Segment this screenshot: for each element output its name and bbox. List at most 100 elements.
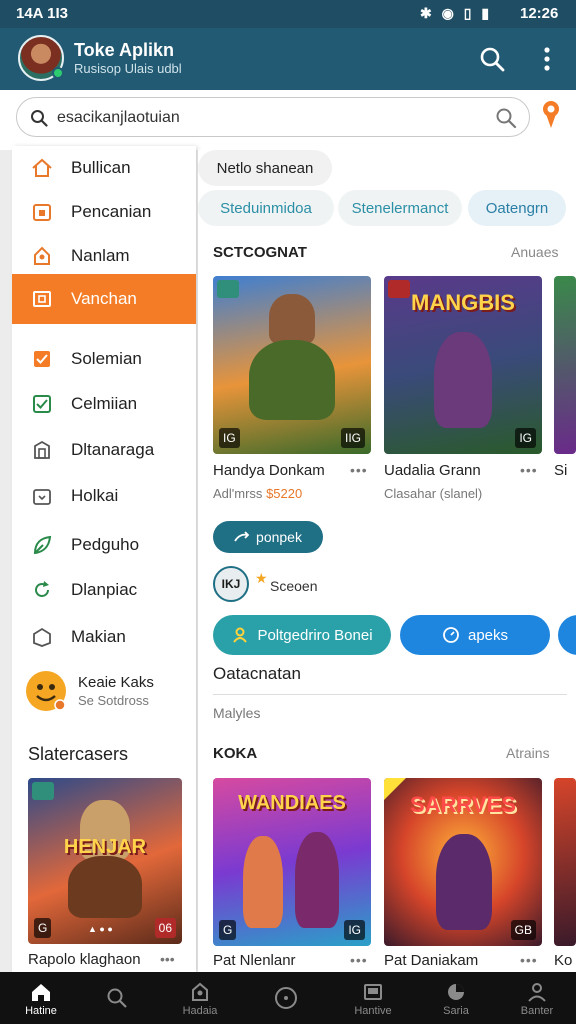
card-badge: ▲ ● ● [88, 924, 113, 934]
search-input[interactable]: esacikanjlaotuian [16, 97, 530, 137]
status-clock: 12:26 [520, 5, 559, 22]
game-card[interactable]: WANDIAES G IG [213, 778, 371, 946]
sidebar-item-6[interactable]: Dltanaraga [12, 428, 196, 472]
sidebar-item-label: Celmiian [71, 394, 138, 413]
secondary-action-button[interactable]: apeks [400, 615, 550, 655]
more-icon[interactable]: ••• [520, 462, 538, 478]
app-bar: Toke Aplikn Rusisop Ulais udbl [0, 28, 576, 90]
chip-3[interactable]: Oatengrn [468, 190, 566, 226]
card-tag-right: 06 [154, 918, 176, 938]
sidebar-item-9[interactable]: Dlanpiac [12, 568, 196, 612]
avatar[interactable] [18, 35, 64, 81]
sidebar-item-5[interactable]: Celmiian [12, 382, 196, 426]
sidebar-section-title: Slatercasers [28, 744, 129, 764]
profile-avatar[interactable] [26, 671, 66, 711]
section-see-all-link[interactable]: Anuaes [511, 244, 558, 260]
card-tag-left: G [34, 918, 52, 938]
nav-tab-stats[interactable]: Saria [415, 972, 497, 1024]
sidebar-item-10[interactable]: Makian [12, 615, 196, 659]
sidebar-item-2[interactable]: Nanlam [12, 234, 196, 278]
leaf-icon [31, 534, 53, 556]
partial-button[interactable] [558, 615, 576, 655]
search-submit-icon[interactable] [495, 107, 517, 129]
tag-icon [31, 245, 53, 267]
card-tag-right: GB [510, 920, 536, 940]
bag-icon [189, 979, 211, 1005]
search-icon [31, 110, 48, 127]
sidebar-item-label: Pencanian [71, 202, 152, 221]
sidebar-item-7[interactable]: Holkai [12, 474, 196, 518]
sidebar-item-4[interactable]: Solemian [12, 337, 196, 381]
image-icon [362, 979, 384, 1005]
sidebar-game-title: Rapolo klaghaon [28, 951, 141, 968]
game-title[interactable]: Uadalia Grann [384, 462, 481, 479]
sidebar-item-8[interactable]: Pedguho [12, 523, 196, 567]
card-corner-tag [32, 782, 54, 800]
home-icon [30, 979, 52, 1005]
game-title-partial[interactable]: Si [554, 462, 567, 479]
sidebar-item-0[interactable]: Bullican [12, 146, 196, 190]
chip-2[interactable]: Stenelermanct [338, 190, 462, 226]
section-title: SCTCOGNAT [213, 244, 307, 261]
card-tag-right: IG [515, 428, 536, 448]
award-icon[interactable] [540, 98, 562, 132]
sidebar-drawer: Bullican Pencanian Nanlam Vanchan Solemi… [12, 146, 196, 972]
game-title[interactable]: Pat Nlenlanr [213, 952, 296, 969]
nav-tab-store[interactable]: Hadaia [159, 972, 241, 1024]
game-subtitle: Clasahar (slanel) [384, 486, 483, 501]
image-icon [31, 288, 53, 310]
game-card[interactable]: MANGBIS IG [384, 276, 542, 454]
section-sublabel: Malyles [213, 705, 261, 721]
sidebar-item-1[interactable]: Pencanian [12, 190, 196, 234]
game-title[interactable]: Handya Donkam [213, 462, 325, 479]
more-icon[interactable]: ••• [350, 952, 368, 968]
user-icon [233, 627, 248, 643]
game-logo-text: SARRVES [410, 792, 516, 817]
nav-tab-explore[interactable] [245, 972, 327, 1024]
nav-tab-home[interactable]: Hatine [0, 972, 82, 1024]
game-title-partial[interactable]: Ko [554, 952, 572, 969]
primary-action-button[interactable]: Poltgedriro Bonei [213, 615, 391, 655]
sidebar-game-card[interactable]: HENJAR ▲ ● ● G 06 [28, 778, 182, 944]
chip-0[interactable]: Netlo shanean [198, 150, 332, 186]
game-title[interactable]: Pat Daniakam [384, 952, 478, 969]
compass-icon [274, 985, 298, 1011]
bag-icon [31, 485, 53, 507]
more-icon[interactable]: ••• [350, 462, 368, 478]
chip-1[interactable]: Steduinmidoa [198, 190, 334, 226]
sidebar-item-label: Nanlam [71, 246, 130, 265]
character-art [434, 332, 492, 428]
card-tag-right: IIG [340, 428, 365, 448]
sidebar-item-label: Vanchan [71, 289, 137, 308]
star-icon: ★ [255, 570, 268, 586]
app-title: Toke Aplikn [74, 40, 175, 60]
main-content: Netlo shanean Steduinmidoa Stenelermanct… [198, 150, 576, 972]
game-card-partial[interactable] [554, 778, 576, 946]
nav-tab-search[interactable] [76, 972, 158, 1024]
sidebar-item-3[interactable]: Vanchan [12, 274, 196, 324]
nav-tab-media[interactable]: Hantive [332, 972, 414, 1024]
search-bar-area: esacikanjlaotuian [0, 90, 576, 150]
sidebar-item-label: Pedguho [71, 535, 140, 554]
section-see-all-link[interactable]: Atrains [506, 745, 550, 761]
game-price: $5220 [266, 486, 303, 501]
app-subtitle: Rusisop Ulais udbl [74, 61, 182, 76]
game-card-partial[interactable] [554, 276, 576, 454]
card-tag-left: G [219, 920, 237, 940]
more-vert-icon[interactable] [529, 41, 565, 77]
nav-tab-profile[interactable]: Banter [496, 972, 576, 1024]
action-pill-label: ponpek [256, 529, 302, 545]
action-pill-button[interactable]: ponpek [213, 521, 323, 553]
game-card[interactable]: SARRVES GB [384, 778, 542, 946]
character-art [243, 836, 283, 928]
online-dot [52, 67, 64, 79]
search-icon [106, 985, 128, 1011]
rating-badge: IKJ [213, 566, 249, 602]
more-icon[interactable]: ••• [160, 951, 175, 967]
profile-name: Keaie Kaks [78, 674, 154, 691]
search-icon[interactable] [474, 41, 510, 77]
sidebar-item-label: Dlanpiac [71, 580, 138, 599]
status-icons: ✱ ◉ ▯ ▮ [420, 5, 493, 21]
more-icon[interactable]: ••• [520, 952, 538, 968]
game-card[interactable]: IG IIG [213, 276, 371, 454]
